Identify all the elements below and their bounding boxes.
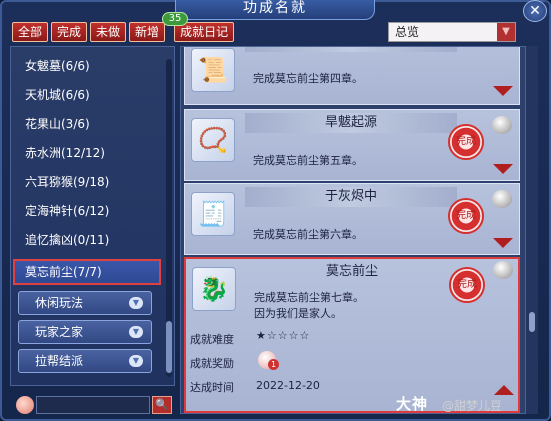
search-button[interactable]: 🔍 [152,396,172,414]
chevron-down-icon: ▼ [129,297,143,309]
group-home-button[interactable]: 玩家之家 ▼ [18,320,152,344]
completed-seal-icon: 完成 [448,198,484,234]
difficulty-label: 成就难度 [190,333,234,346]
filter-all-button[interactable]: 全部 [12,22,49,42]
date-label: 达成时间 [190,381,234,394]
reward-item-icon[interactable]: 1 [258,351,279,370]
completed-seal-icon: 完成 [448,124,484,160]
watermark-user: @甜梦儿豆 [442,399,503,413]
category-item[interactable]: 女魃墓(6/6) [25,55,90,77]
difficulty-stars: ★☆☆☆☆ [256,329,311,342]
achievement-title: 莫忘前尘 [325,264,378,279]
achievement-card-selected[interactable]: 🐉 莫忘前尘 完成莫忘前尘第七章。 因为我们是家人。 完成 成就难度 ★☆☆☆☆… [184,257,520,413]
necklace-icon: 📿 [191,118,235,162]
close-button[interactable]: ✕ [523,0,547,22]
pearl-icon [493,261,513,279]
category-list: 女魃墓(6/6) 天机城(6/6) 花果山(3/6) 赤水洲(12/12) 六耳… [10,46,175,386]
achievement-card[interactable]: 📿 旱魃起源 完成莫忘前尘第五章。 完成 [184,109,520,181]
filter-done-button[interactable]: 完成 [51,22,88,42]
category-item[interactable]: 赤水洲(12/12) [25,142,105,164]
dragon-icon: 🐉 [192,267,236,311]
watermark-brand: 大神 [396,395,429,413]
category-scrollbar[interactable] [166,59,172,377]
achievement-title: 旱魃起源 [245,113,457,133]
reward-label: 成就奖励 [190,357,234,370]
achievement-desc: 完成莫忘前尘第四章。 [253,72,363,85]
scroll-item-icon: 📜 [191,48,235,92]
category-item[interactable]: 六耳猕猴(9/18) [25,171,109,193]
chevron-down-icon: ▼ [129,355,143,367]
achievement-title: 于灰烬中 [245,187,457,207]
group-label: 拉帮结派 [35,354,84,368]
scroll-thumb[interactable] [529,312,535,332]
achievement-list: 📜 完成莫忘前尘第四章。 📿 旱魃起源 完成莫忘前尘第五章。 完成 🧾 于灰烬中… [180,46,526,414]
cloth-icon: 🧾 [191,192,235,236]
collapse-arrow-icon[interactable] [494,385,514,395]
achievement-scrollbar[interactable] [526,46,538,414]
achievement-title [245,47,457,52]
completed-seal-icon: 完成 [449,267,485,303]
category-item[interactable]: 定海神针(6/12) [25,200,109,222]
search-icon: 🔍 [155,398,169,411]
pearl-icon [492,116,512,134]
pearl-icon [492,190,512,208]
overview-select[interactable]: 总览 ▼ [388,22,516,42]
expand-arrow-icon[interactable] [493,164,513,174]
filter-undone-button[interactable]: 未做 [90,22,127,42]
achievement-desc: 完成莫忘前尘第六章。 [253,228,363,241]
scroll-thumb[interactable] [166,321,172,373]
achievement-desc-2: 因为我们是家人。 [254,307,342,320]
group-label: 休闲玩法 [35,296,84,310]
group-leisure-button[interactable]: 休闲玩法 ▼ [18,291,152,315]
category-item[interactable]: 花果山(3/6) [25,113,90,135]
chevron-down-icon: ▼ [129,326,143,338]
achievement-card[interactable]: 🧾 于灰烬中 完成莫忘前尘第六章。 完成 [184,183,520,255]
expand-arrow-icon[interactable] [493,238,513,248]
select-value: 总览 [395,25,420,39]
filter-bar: 全部 完成 未做 新增 成就日记 [12,22,235,42]
achievement-desc: 完成莫忘前尘第七章。 [254,291,364,304]
achieved-date: 2022-12-20 [256,379,320,392]
category-item[interactable]: 追忆擒凶(0/11) [25,229,109,251]
category-item-selected[interactable]: 莫忘前尘(7/7) [13,259,161,285]
group-guild-button[interactable]: 拉帮结派 ▼ [18,349,152,373]
peach-icon [16,396,34,414]
achievement-desc: 完成莫忘前尘第五章。 [253,154,363,167]
reward-count: 1 [268,359,279,370]
expand-arrow-icon[interactable] [493,86,513,96]
window-title: 功成名就 [175,0,375,20]
close-icon: ✕ [529,3,541,19]
achievement-card[interactable]: 📜 完成莫忘前尘第四章。 [184,47,520,105]
filter-new-button[interactable]: 新增 [129,22,166,42]
group-label: 玩家之家 [35,325,84,339]
chevron-down-icon: ▼ [497,23,515,41]
category-item[interactable]: 天机城(6/6) [25,84,90,106]
search-input[interactable] [36,396,150,414]
new-count-badge: 35 [162,12,188,26]
